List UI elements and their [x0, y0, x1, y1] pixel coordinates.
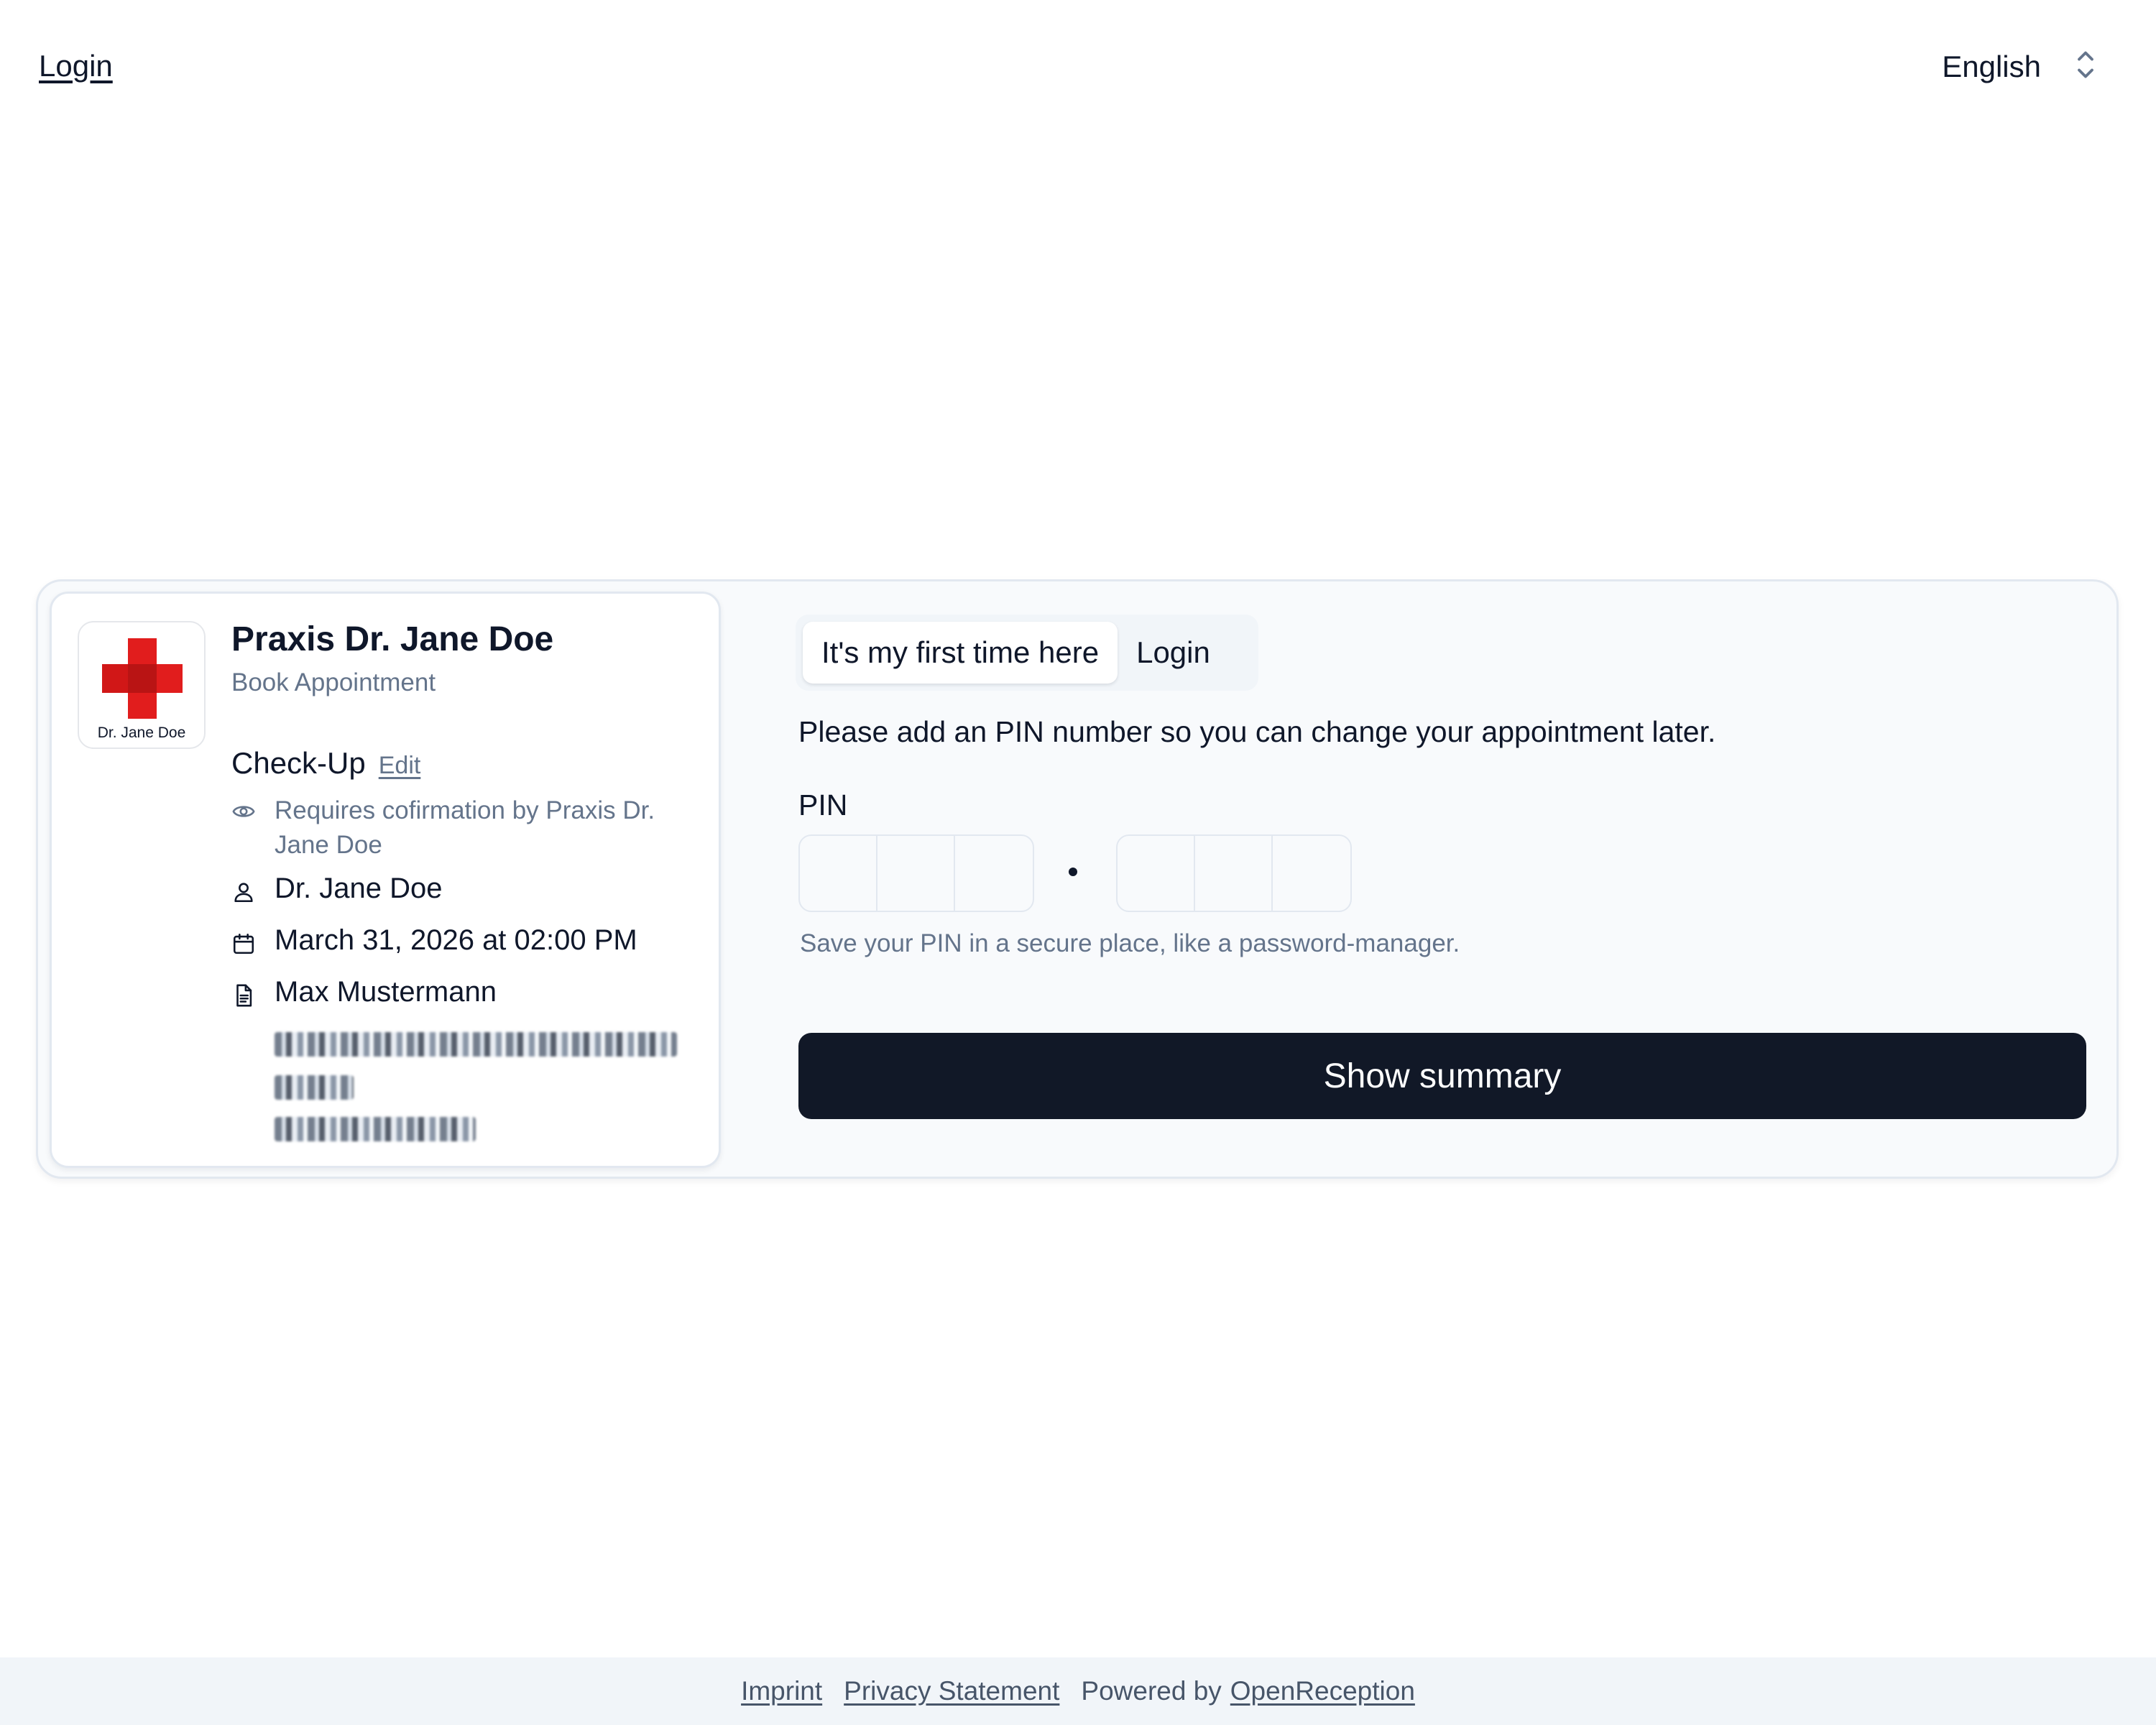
- edit-service-link[interactable]: Edit: [379, 752, 421, 780]
- appointment-summary: Dr. Jane Doe Praxis Dr. Jane Doe Book Ap…: [50, 592, 721, 1168]
- pin-digit-3-input[interactable]: [955, 836, 1033, 911]
- pin-digit-6-input[interactable]: [1273, 836, 1350, 911]
- imprint-link[interactable]: Imprint: [741, 1676, 822, 1706]
- redacted-line: [275, 1032, 677, 1057]
- patient-name: Max Mustermann: [275, 976, 497, 1008]
- doctor-name: Dr. Jane Doe: [275, 873, 443, 904]
- red-cross-logo-icon: [102, 638, 183, 719]
- service-row: Check-Up Edit: [231, 746, 420, 781]
- eye-icon: [231, 799, 256, 824]
- powered-by-label: Powered by: [1081, 1676, 1222, 1706]
- tab-login[interactable]: Login: [1118, 622, 1229, 684]
- privacy-statement-link[interactable]: Privacy Statement: [844, 1676, 1059, 1706]
- pin-group-first: [798, 834, 1034, 912]
- calendar-icon: [231, 932, 256, 956]
- powered-by: Powered by OpenReception: [1081, 1676, 1415, 1706]
- language-select-value: English: [1942, 49, 2041, 83]
- logo-caption: Dr. Jane Doe: [97, 724, 186, 741]
- pin-label: PIN: [798, 788, 848, 822]
- language-select[interactable]: English: [1942, 47, 2099, 86]
- pin-group-second: [1116, 834, 1352, 912]
- redacted-line: [275, 1117, 476, 1141]
- booking-card: Dr. Jane Doe Praxis Dr. Jane Doe Book Ap…: [36, 579, 2119, 1179]
- confirmation-note: Requires cofirmation by Praxis Dr. Jane …: [275, 796, 655, 859]
- header-login-link[interactable]: Login: [39, 49, 113, 83]
- person-icon: [231, 880, 256, 904]
- redacted-line: [275, 1075, 354, 1100]
- pin-separator-dot: [1069, 868, 1077, 876]
- pin-digit-4-input[interactable]: [1118, 836, 1195, 911]
- pin-digit-1-input[interactable]: [800, 836, 877, 911]
- pin-digit-5-input[interactable]: [1195, 836, 1273, 911]
- chevron-up-down-icon: [2073, 47, 2099, 86]
- practice-name: Praxis Dr. Jane Doe: [231, 620, 554, 658]
- mode-tabs: It's my first time here Login: [796, 615, 1258, 691]
- document-icon: [231, 983, 256, 1008]
- pin-instruction: Please add an PIN number so you can chan…: [798, 715, 1716, 748]
- practice-logo: Dr. Jane Doe: [78, 621, 206, 749]
- pin-help-text: Save your PIN in a secure place, like a …: [800, 929, 1460, 957]
- appointment-datetime: March 31, 2026 at 02:00 PM: [275, 924, 637, 956]
- pin-digit-2-input[interactable]: [877, 836, 955, 911]
- footer: Imprint Privacy Statement Powered by Ope…: [0, 1657, 2156, 1725]
- openreception-link[interactable]: OpenReception: [1230, 1676, 1415, 1706]
- page-subtitle: Book Appointment: [231, 668, 436, 696]
- service-name: Check-Up: [231, 746, 366, 780]
- show-summary-button[interactable]: Show summary: [798, 1033, 2086, 1119]
- tab-first-time[interactable]: It's my first time here: [803, 622, 1118, 684]
